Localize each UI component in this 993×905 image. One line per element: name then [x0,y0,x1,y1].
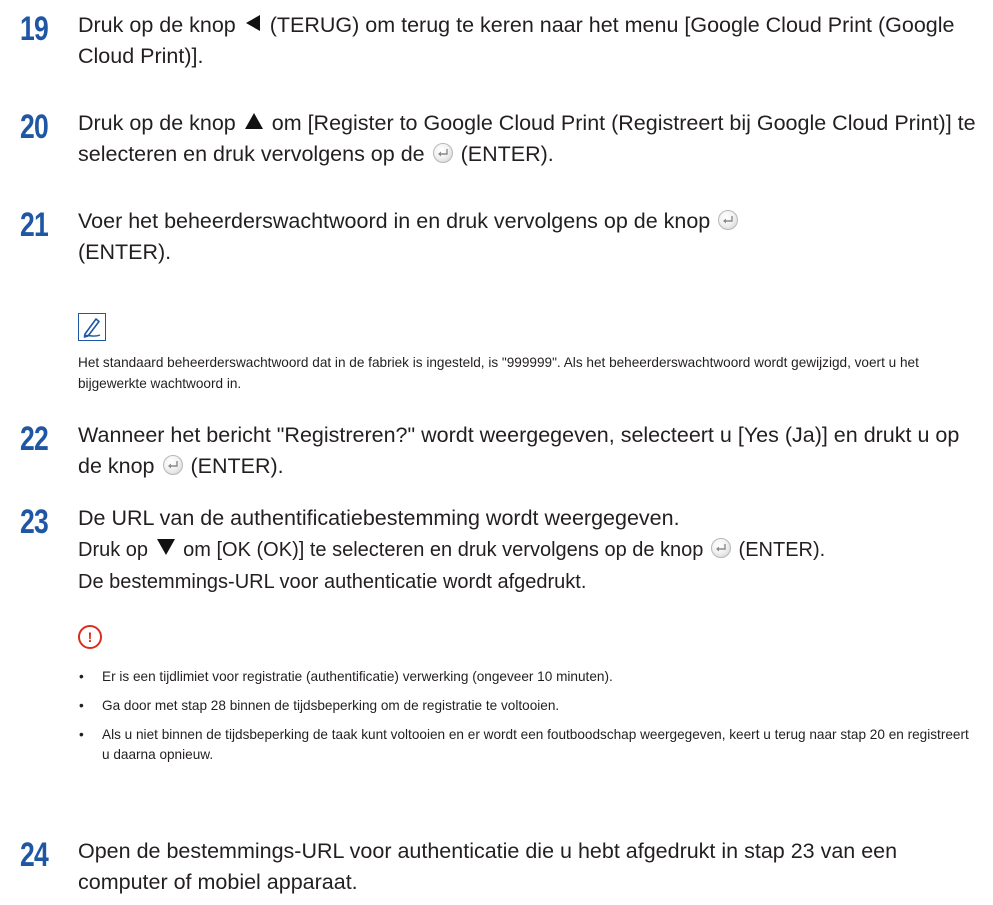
memo-pencil-icon [78,313,106,341]
step-text: Wanneer het bericht "Registreren?" wordt… [78,423,960,478]
enter-button-icon [432,143,453,163]
list-item: • Er is een tijdlimiet voor registratie (… [79,669,613,684]
down-arrow-icon [156,535,176,566]
enter-button-icon [710,538,731,558]
step-text: De URL van de authentificatiebestemming … [78,506,826,593]
caution-exclamation-icon: ! [78,625,102,649]
step-text: Druk op de knop (TERUG) om terug te kere… [78,10,978,72]
step-text: Druk op de knop om [Register to Google C… [78,108,978,170]
step-number: 21 [20,206,49,244]
list-item: • Ga door met stap 28 binnen de tijdsbepe… [79,698,560,713]
step-text: Open de bestemmings-URL voor authenticat… [78,839,898,894]
step-number: 22 [20,420,49,458]
list-item: • Als u niet binnen de tijdsbeperking de … [79,727,969,762]
step-number: 24 [20,836,49,874]
enter-button-icon [718,210,739,230]
step-text: Voer het beheerderswachtwoord in en druk… [78,206,978,268]
step-number: 23 [20,503,49,541]
note-text: Het standaard beheerderswachtwoord dat i… [78,355,919,391]
back-arrow-icon [244,10,262,41]
enter-button-icon [162,455,183,475]
step-number: 19 [20,10,49,48]
caution-list: • Er is een tijdlimiet voor registratie (… [78,667,978,774]
up-arrow-icon [244,108,264,139]
step-number: 20 [20,108,49,146]
